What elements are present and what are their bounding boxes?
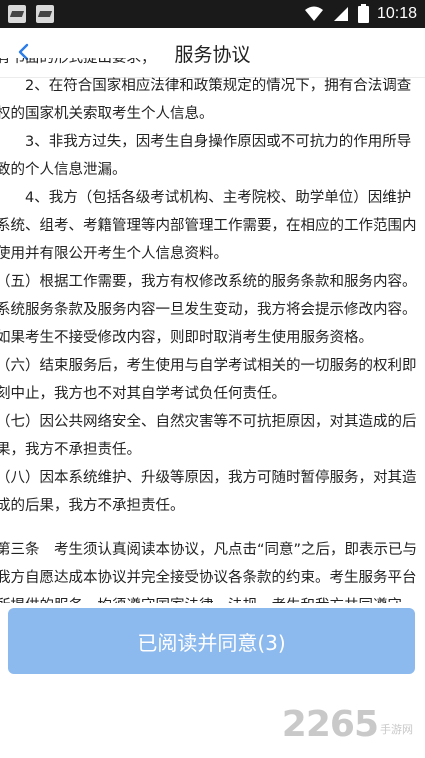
paragraph: （五）根据工作需要，我方有权修改系统的服务条款和服务内容。系统服务条款及服务内容… — [0, 274, 417, 346]
watermark-suffix: 手游网 — [380, 723, 413, 736]
paragraph: 2、在符合国家相应法律和政策规定的情况下，拥有合法调查权的国家机关索取考生个人信… — [0, 78, 412, 122]
watermark-number: 2265 — [281, 704, 379, 745]
article-three: 第三条 考生须认真阅读本协议，凡点击“同意”之后，即表示已与我方自愿达成本协议并… — [0, 542, 418, 603]
paragraph: （七）因公共网络安全、自然灾害等不可抗拒原因，对其造成的后果，我方不承担责任。 — [0, 414, 417, 458]
paragraph: （六）结束服务后，考生使用与自学考试相关的一切服务的权利即刻中止，我方也不对其自… — [0, 358, 417, 402]
agree-button[interactable]: 已阅读并同意(3) — [8, 608, 415, 674]
system-icons: 10:18 — [304, 4, 417, 23]
paragraph: 3、非我方过失，因考生自身操作原因或不可抗力的作用所导致的个人信息泄漏。 — [0, 134, 412, 178]
watermark-logo: 2265 手游网 — [282, 703, 413, 743]
paragraph: 4、我方（包括各级考试机构、主考院校、助学单位）因维护系统、组考、考籍管理等内部… — [0, 190, 417, 262]
app-notification-icon — [36, 5, 54, 23]
paragraph: （八）因本系统维护、升级等原因，我方可随时暂停服务，对其造成的后果，我方不承担责… — [0, 470, 417, 514]
clipped-line: 有书面的形式提出要求； — [0, 58, 156, 66]
agreement-text[interactable]: 有书面的形式提出要求； 2、在符合国家相应法律和政策规定的情况下，拥有合法调查权… — [0, 58, 425, 603]
wifi-icon — [304, 6, 323, 21]
app-notification-icon — [8, 5, 26, 23]
status-bar: 10:18 — [0, 0, 425, 28]
notification-area — [8, 5, 54, 23]
clock: 10:18 — [376, 4, 417, 22]
signal-icon — [333, 6, 348, 21]
battery-icon — [357, 4, 369, 23]
